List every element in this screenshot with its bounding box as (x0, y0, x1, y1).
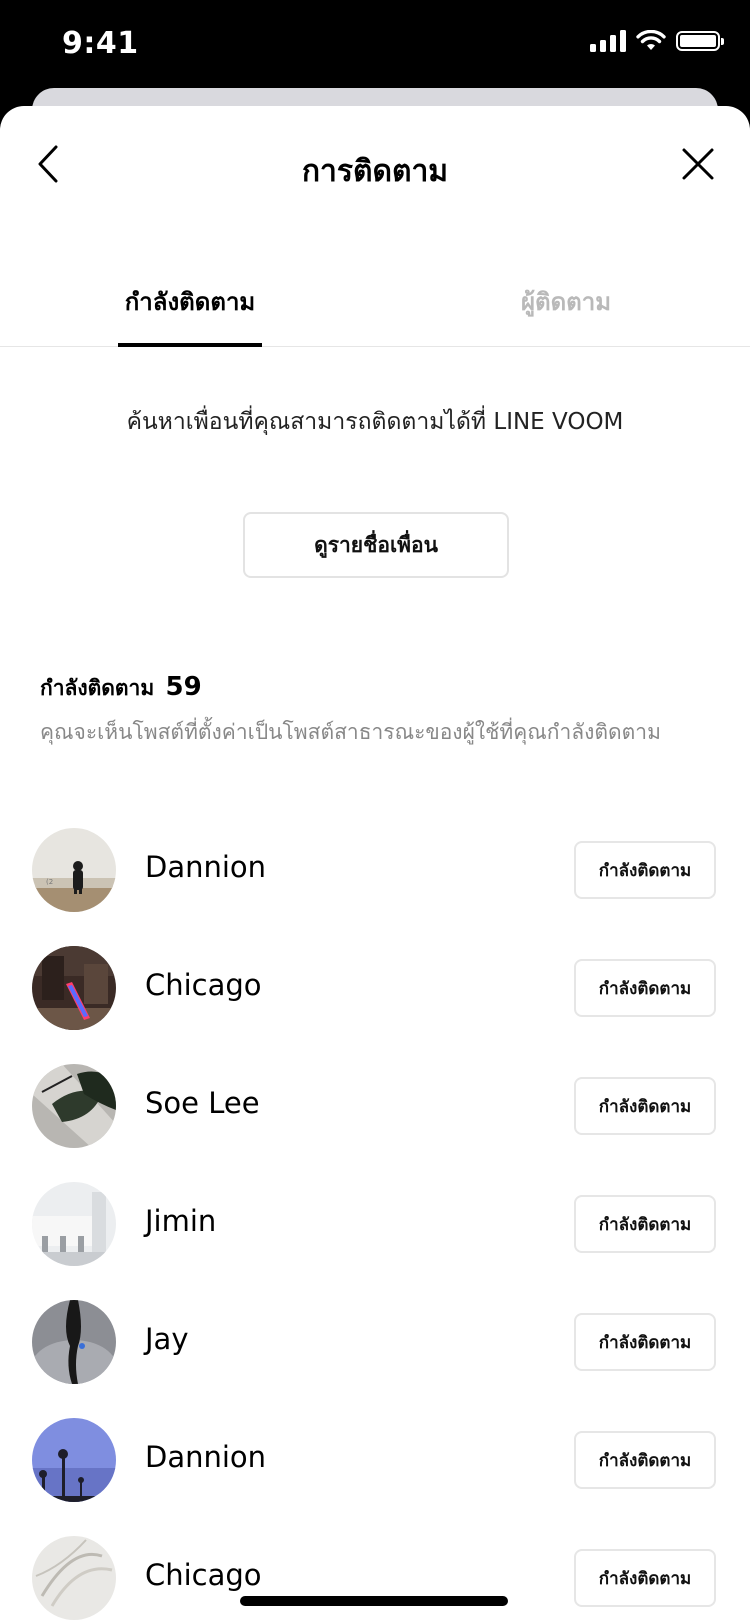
user-name: Chicago (145, 968, 262, 1002)
home-indicator (240, 1596, 508, 1606)
tab-active-indicator (118, 343, 262, 347)
status-icons (590, 30, 724, 52)
avatar[interactable] (32, 1182, 116, 1266)
close-icon (682, 148, 714, 180)
avatar[interactable]: (2 (32, 828, 116, 912)
avatar[interactable] (32, 1064, 116, 1148)
following-button[interactable]: กำลังติดตาม (574, 959, 716, 1017)
following-button[interactable]: กำลังติดตาม (574, 1077, 716, 1135)
following-list: (2 Dannion กำลังติดตาม Chicago กำลังติดต… (0, 828, 750, 1624)
following-sheet: การติดตาม กำลังติดตาม ผู้ติดตาม ค้นหาเพื… (0, 106, 750, 1624)
list-item[interactable]: Chicago กำลังติดตาม (0, 1536, 750, 1624)
avatar[interactable] (32, 946, 116, 1030)
status-time: 9:41 (62, 26, 139, 61)
avatar[interactable] (32, 1536, 116, 1620)
tab-followers[interactable]: ผู้ติดตาม (506, 266, 626, 346)
list-item[interactable]: (2 Dannion กำลังติดตาม (0, 828, 750, 946)
following-button[interactable]: กำลังติดตาม (574, 1431, 716, 1489)
user-name: Jay (145, 1322, 189, 1356)
list-item[interactable]: Jimin กำลังติดตาม (0, 1182, 750, 1300)
avatar[interactable] (32, 1418, 116, 1502)
following-section-description: คุณจะเห็นโพสต์ที่ตั้งค่าเป็นโพสต์สาธารณะ… (40, 720, 661, 744)
following-button[interactable]: กำลังติดตาม (574, 1313, 716, 1371)
following-section-label: กำลังติดตาม (40, 676, 155, 700)
list-item[interactable]: Jay กำลังติดตาม (0, 1300, 750, 1418)
svg-text:(2: (2 (46, 878, 53, 886)
following-button[interactable]: กำลังติดตาม (574, 841, 716, 899)
status-bar: 9:41 (0, 0, 750, 90)
close-button[interactable] (676, 142, 720, 186)
discover-hint: ค้นหาเพื่อนที่คุณสามารถติดตามได้ที่ LINE… (126, 409, 624, 435)
tab-bar: กำลังติดตาม ผู้ติดตาม (0, 266, 750, 347)
tab-following[interactable]: กำลังติดตาม (118, 266, 262, 347)
battery-icon (676, 31, 724, 51)
following-section-title: กำลังติดตาม 59 (40, 672, 202, 705)
view-friends-button[interactable]: ดูรายชื่อเพื่อน (243, 512, 509, 578)
user-name: Chicago (145, 1558, 262, 1592)
list-item[interactable]: Soe Lee กำลังติดตาม (0, 1064, 750, 1182)
list-item[interactable]: Chicago กำลังติดตาม (0, 946, 750, 1064)
screen: 9:41 การติดตาม กำลังติดตาม ผู้ติดตาม ค้น… (0, 0, 750, 1624)
list-item[interactable]: Dannion กำลังติดตาม (0, 1418, 750, 1536)
user-name: Soe Lee (145, 1086, 260, 1120)
tab-following-label: กำลังติดตาม (124, 288, 256, 316)
avatar[interactable] (32, 1300, 116, 1384)
user-name: Jimin (145, 1204, 217, 1238)
page-title: การติดตาม (301, 154, 449, 189)
tab-followers-label: ผู้ติดตาม (520, 288, 612, 316)
following-count: 59 (165, 672, 202, 702)
following-button[interactable]: กำลังติดตาม (574, 1549, 716, 1607)
following-button[interactable]: กำลังติดตาม (574, 1195, 716, 1253)
wifi-icon (636, 30, 666, 50)
user-name: Dannion (145, 850, 267, 884)
cellular-signal-icon (590, 30, 626, 52)
user-name: Dannion (145, 1440, 267, 1474)
